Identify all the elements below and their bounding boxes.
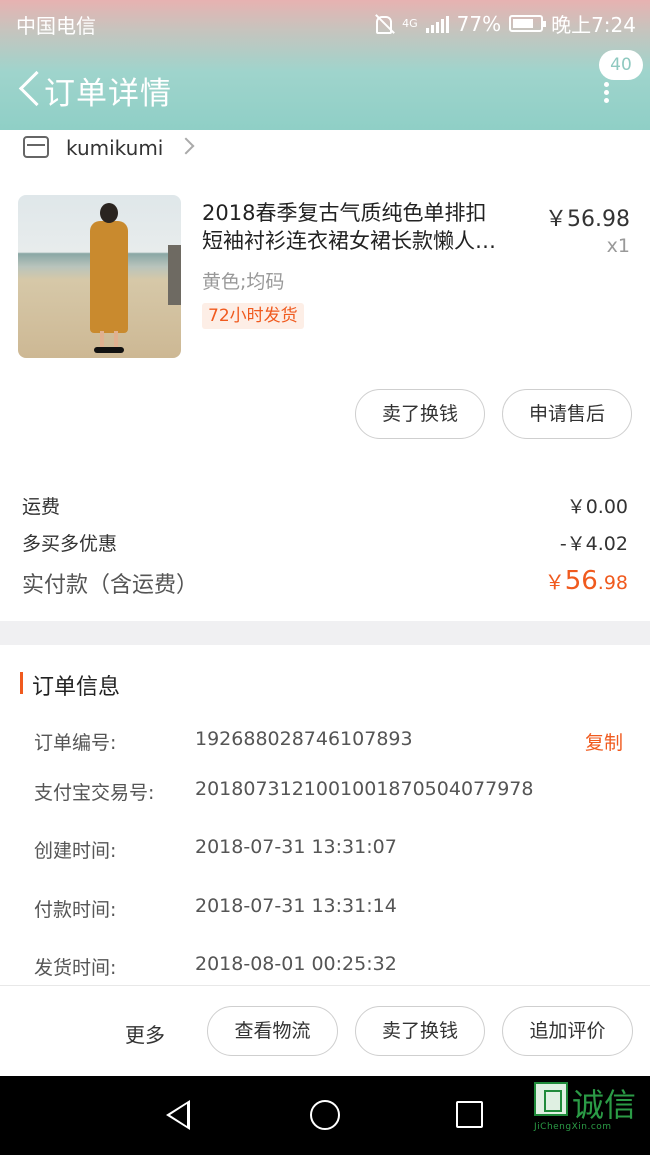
product-title[interactable]: 2018春季复古气质纯色单排扣 短袖衬衫连衣裙女裙长款懒人… bbox=[202, 199, 532, 255]
section-divider bbox=[0, 621, 650, 645]
system-nav-bar: 诚信 JiChengXin.com bbox=[0, 1076, 650, 1155]
header: 中国电信 4G 77% 晚上7:24 订单详情 40 bbox=[0, 0, 650, 130]
model-figure bbox=[88, 203, 130, 353]
product-item[interactable]: 2018春季复古气质纯色单排扣 短袖衬衫连衣裙女裙长款懒人… ￥56.98 x1… bbox=[0, 195, 650, 365]
carrier-label: 中国电信 bbox=[16, 14, 96, 38]
copy-button[interactable]: 复制 bbox=[585, 728, 623, 755]
add-review-button[interactable]: 追加评价 bbox=[502, 1006, 633, 1056]
background-rock bbox=[168, 245, 181, 305]
after-sale-button[interactable]: 申请售后 bbox=[502, 389, 632, 439]
shipped-time: 2018-08-01 00:25:32 bbox=[195, 953, 397, 975]
product-quantity: x1 bbox=[606, 235, 630, 257]
shipping-fee-row: 运费 ￥0.00 bbox=[22, 492, 630, 519]
message-count-badge[interactable]: 40 bbox=[599, 50, 643, 80]
system-back-icon[interactable] bbox=[166, 1100, 190, 1130]
watermark-domain: JiChengXin.com bbox=[534, 1122, 612, 1132]
more-actions-button[interactable]: 更多 bbox=[125, 1019, 165, 1048]
watermark-logo: 诚信 JiChengXin.com bbox=[532, 1078, 650, 1142]
alipay-trade-number: 2018073121001001870504077978 bbox=[195, 778, 534, 800]
sell-button[interactable]: 卖了换钱 bbox=[355, 389, 485, 439]
page-title: 订单详情 bbox=[44, 76, 172, 112]
nav-bar: 订单详情 bbox=[0, 52, 650, 122]
battery-percent: 77% bbox=[456, 11, 502, 36]
order-number: 192688028746107893 bbox=[195, 728, 413, 750]
shop-row[interactable]: kumikumi bbox=[0, 130, 650, 170]
chevron-right-icon bbox=[177, 137, 195, 155]
order-info-title: 订单信息 bbox=[32, 675, 121, 700]
shipping-fee-value: ￥0.00 bbox=[566, 496, 628, 518]
signal-icon bbox=[425, 15, 449, 33]
product-sku: 黄色;均码 bbox=[202, 271, 285, 293]
accent-bar bbox=[20, 672, 23, 694]
clock: 晚上7:24 bbox=[551, 13, 636, 37]
paid-time: 2018-07-31 13:31:14 bbox=[195, 895, 397, 917]
back-arrow-icon[interactable] bbox=[14, 70, 42, 106]
battery-icon bbox=[509, 15, 547, 32]
shipping-tag: 72小时发货 bbox=[202, 303, 304, 329]
bottom-action-bar: 更多 查看物流 卖了换钱 追加评价 bbox=[0, 985, 650, 1076]
system-home-icon[interactable] bbox=[310, 1100, 340, 1130]
sell-again-button[interactable]: 卖了换钱 bbox=[355, 1006, 485, 1056]
discount-label: 多买多优惠 bbox=[22, 533, 118, 555]
total-paid-label: 实付款（含运费） bbox=[22, 573, 199, 598]
shop-name: kumikumi bbox=[66, 136, 164, 160]
discount-value: -￥4.02 bbox=[559, 533, 628, 555]
shop-icon bbox=[23, 136, 49, 158]
status-bar: 中国电信 4G 77% 晚上7:24 bbox=[0, 0, 650, 44]
product-price: ￥56.98 bbox=[545, 207, 630, 232]
created-time: 2018-07-31 13:31:07 bbox=[195, 836, 397, 858]
network-type: 4G bbox=[402, 17, 418, 30]
product-image[interactable] bbox=[18, 195, 181, 358]
watermark-brand: 诚信 bbox=[572, 1086, 637, 1124]
more-menu-icon[interactable] bbox=[600, 82, 612, 104]
discount-row: 多买多优惠 -￥4.02 bbox=[22, 529, 630, 556]
watermark-seal-icon bbox=[534, 1082, 568, 1116]
shipping-fee-label: 运费 bbox=[22, 496, 61, 518]
view-logistics-button[interactable]: 查看物流 bbox=[207, 1006, 338, 1056]
mute-icon bbox=[372, 13, 394, 35]
total-paid-value: ￥56.98 bbox=[544, 566, 628, 596]
status-indicators: 4G 77% 晚上7:24 bbox=[372, 9, 636, 38]
system-recents-icon[interactable] bbox=[456, 1101, 483, 1128]
